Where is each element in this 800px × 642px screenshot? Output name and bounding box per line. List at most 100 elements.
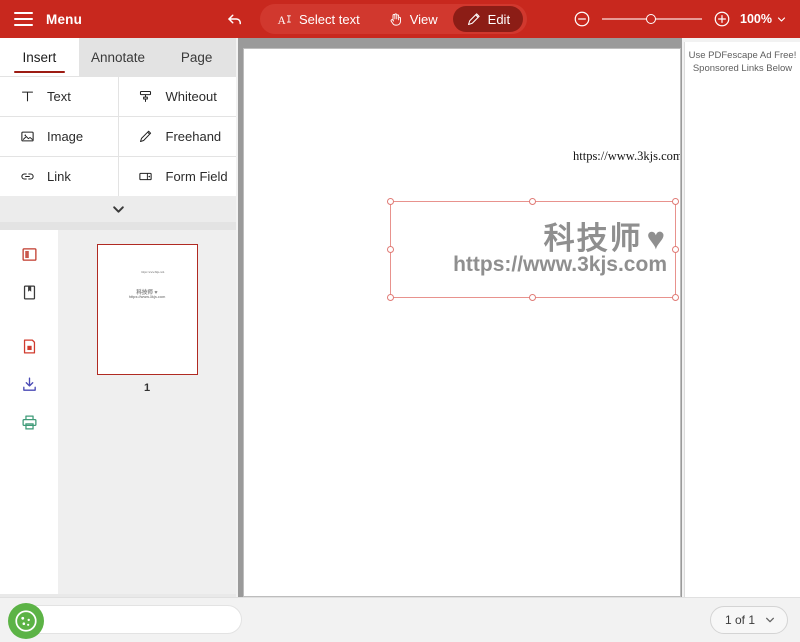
whiteout-icon xyxy=(137,89,155,104)
watermark-url-text: https://www.3kjs.com xyxy=(453,253,667,277)
tool-text[interactable]: Text xyxy=(0,77,118,116)
tab-annotate[interactable]: Annotate xyxy=(79,38,158,76)
chevron-down-icon xyxy=(777,16,786,22)
form-field-icon xyxy=(137,169,155,184)
sidebar-lower-section: https://www.3kjs.com 科技师 ♥ https://www.3… xyxy=(0,222,236,594)
ad-subline: Sponsored Links Below xyxy=(692,62,793,74)
print-icon xyxy=(21,414,37,430)
cookie-consent-icon xyxy=(15,610,37,632)
resize-handle-middle-right[interactable] xyxy=(672,245,679,253)
undo-arrow-icon xyxy=(228,14,241,25)
chevron-down-icon xyxy=(112,205,124,213)
tool-freehand-label: Freehand xyxy=(165,129,222,144)
tool-link[interactable]: Link xyxy=(0,157,118,196)
zoom-controls: 100% xyxy=(570,0,786,38)
sponsored-ad-panel: Use PDFescape Ad Free! Sponsored Links B… xyxy=(684,42,800,597)
watermark-cjk-row: 科技师 ♥ xyxy=(543,220,667,256)
bottom-bar: 1 of 1 xyxy=(0,597,800,642)
page-indicator-label: 1 of 1 xyxy=(725,613,756,627)
save-document-icon xyxy=(23,338,35,354)
page-header-text: https://www.3kjs.com xyxy=(573,149,681,163)
resize-handle-bottom-right[interactable] xyxy=(672,294,679,301)
menu-button[interactable]: Menu xyxy=(14,12,82,27)
cookie-consent-button[interactable] xyxy=(8,603,44,639)
search-input[interactable] xyxy=(13,606,241,633)
zoom-in-button[interactable] xyxy=(710,7,734,31)
freehand-pencil-icon xyxy=(137,129,155,144)
page-thumbnail-number: 1 xyxy=(143,382,151,394)
tool-form-field[interactable]: Form Field xyxy=(118,157,236,196)
text-icon xyxy=(18,89,36,104)
selected-image-object[interactable]: 科技师 ♥ https://www.3kjs.com xyxy=(387,198,679,301)
image-icon xyxy=(18,129,36,144)
tab-insert-label: Insert xyxy=(22,49,57,65)
tab-page-label: Page xyxy=(180,49,213,65)
left-sidebar: Insert Annotate Page Text Whiteout Image… xyxy=(0,38,236,597)
resize-handle-top-right[interactable] xyxy=(672,198,679,205)
pdf-page[interactable]: https://www.3kjs.com 科技师 ♥ https://www.3… xyxy=(243,48,681,597)
mode-switcher: A Select text View Edit xyxy=(260,4,528,34)
insert-tool-grid: Text Whiteout Image Freehand Link Form F… xyxy=(0,76,236,196)
zoom-out-button[interactable] xyxy=(570,7,594,31)
resize-handle-bottom-left[interactable] xyxy=(387,294,394,301)
tools-expander-button[interactable] xyxy=(0,196,236,222)
tool-freehand[interactable]: Freehand xyxy=(118,117,236,156)
chevron-down-icon xyxy=(766,617,774,623)
menu-label: Menu xyxy=(46,11,83,27)
tool-image[interactable]: Image xyxy=(0,117,118,156)
ad-headline: Use PDFescape Ad Free! xyxy=(688,50,797,61)
rail-item-save[interactable] xyxy=(6,328,52,364)
undo-button[interactable] xyxy=(222,6,248,32)
tab-annotate-label: Annotate xyxy=(90,49,146,65)
mode-view[interactable]: View xyxy=(375,6,451,32)
toolbar-center-group: A Select text View Edit xyxy=(222,0,528,38)
plus-circle-icon xyxy=(714,11,730,27)
rail-item-page-thumbnails[interactable] xyxy=(6,274,52,310)
hamburger-icon[interactable] xyxy=(14,12,33,26)
bookmark-page-icon xyxy=(23,284,35,300)
mode-select-text[interactable]: A Select text xyxy=(264,6,373,32)
rail-item-print[interactable] xyxy=(6,404,52,440)
resize-handle-bottom-center[interactable] xyxy=(529,294,536,301)
tool-whiteout-label: Whiteout xyxy=(165,89,217,104)
mode-select-text-label: Select text xyxy=(299,11,360,27)
svg-text:A: A xyxy=(278,14,287,26)
tool-link-label: Link xyxy=(47,169,71,184)
sidebar-tabs: Insert Annotate Page xyxy=(0,38,236,76)
zoom-level-value: 100% xyxy=(740,12,772,26)
sidebar-icon-rail xyxy=(0,230,58,594)
pdf-editor-app: Menu A Select text View Edit 100% Insert… xyxy=(0,0,800,642)
watermark-cjk-text: 科技师 xyxy=(543,220,643,256)
page-thumbnail-panel: https://www.3kjs.com 科技师 ♥ https://www.3… xyxy=(58,230,236,594)
search-bar[interactable] xyxy=(12,605,242,634)
rail-item-page-layout[interactable] xyxy=(6,236,52,272)
minus-circle-icon xyxy=(574,11,590,27)
tab-insert[interactable]: Insert xyxy=(0,38,79,76)
zoom-slider[interactable] xyxy=(602,12,703,26)
page-thumbnail-1[interactable]: https://www.3kjs.com 科技师 ♥ https://www.3… xyxy=(96,244,198,375)
rail-item-download[interactable] xyxy=(6,366,52,402)
select-text-icon: A xyxy=(277,12,292,27)
heart-icon: ♥ xyxy=(646,220,667,256)
resize-handle-middle-left[interactable] xyxy=(387,245,394,253)
thumbnail-header-text: https://www.3kjs.com xyxy=(141,271,165,274)
resize-handle-top-center[interactable] xyxy=(529,198,536,205)
page-layout-icon xyxy=(21,247,37,261)
tool-form-field-label: Form Field xyxy=(165,169,228,184)
mode-edit[interactable]: Edit xyxy=(452,6,524,32)
resize-handle-top-left[interactable] xyxy=(387,198,394,205)
hand-icon xyxy=(388,12,403,27)
tab-page[interactable]: Page xyxy=(157,38,236,76)
tool-whiteout[interactable]: Whiteout xyxy=(118,77,236,116)
tool-text-label: Text xyxy=(47,89,71,104)
link-icon xyxy=(18,169,36,184)
pencil-icon xyxy=(466,12,481,27)
zoom-slider-thumb[interactable] xyxy=(646,14,657,24)
selected-image-content: 科技师 ♥ https://www.3kjs.com xyxy=(391,202,675,297)
mode-view-label: View xyxy=(409,11,438,27)
download-icon xyxy=(22,376,36,391)
mode-edit-label: Edit xyxy=(487,11,511,27)
top-toolbar: Menu A Select text View Edit 100% xyxy=(0,0,800,38)
page-indicator-dropdown[interactable]: 1 of 1 xyxy=(710,606,788,634)
zoom-level-dropdown[interactable]: 100% xyxy=(740,12,786,26)
